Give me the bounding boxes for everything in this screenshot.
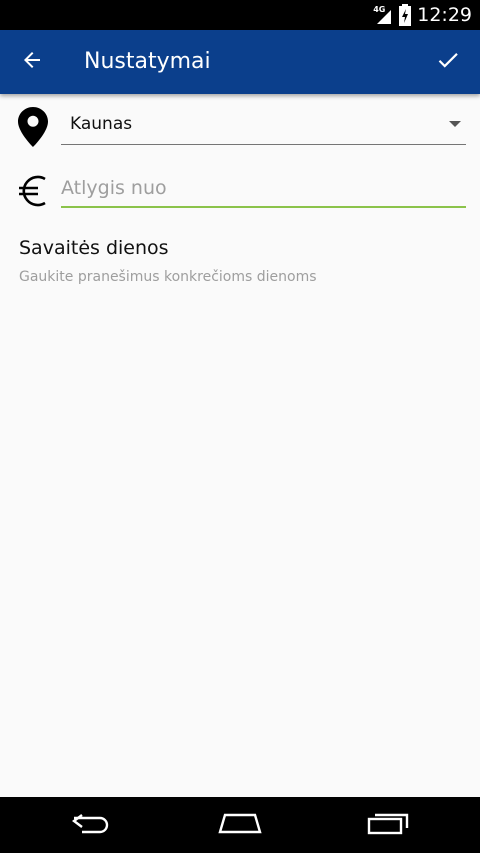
status-time: 12:29 bbox=[417, 4, 472, 26]
euro-icon bbox=[14, 170, 52, 212]
nav-home-button[interactable] bbox=[208, 805, 272, 845]
nav-recents-button[interactable] bbox=[356, 805, 420, 845]
nav-back-icon bbox=[70, 811, 114, 839]
weekdays-setting-subtitle: Gaukite pranešimus konkrečioms dienoms bbox=[19, 269, 317, 285]
nav-back-button[interactable] bbox=[60, 805, 124, 845]
nav-recents-icon bbox=[366, 810, 410, 840]
toolbar: Nustatymai bbox=[0, 30, 480, 94]
settings-content: Kaunas Savaitės dienos Gaukite pranešimu… bbox=[0, 94, 480, 797]
save-button[interactable] bbox=[424, 38, 472, 86]
status-bar: 4G 12:29 bbox=[0, 0, 480, 30]
location-pin-icon bbox=[14, 106, 52, 148]
city-dropdown[interactable]: Kaunas bbox=[61, 108, 466, 145]
status-icons: 4G 12:29 bbox=[373, 0, 472, 30]
salary-from-input[interactable] bbox=[61, 172, 461, 204]
network-type-label: 4G bbox=[373, 5, 386, 14]
salary-field-wrapper bbox=[61, 172, 466, 208]
city-dropdown-value: Kaunas bbox=[70, 114, 133, 134]
dropdown-arrow-icon bbox=[449, 121, 461, 127]
arrow-back-icon bbox=[20, 48, 44, 76]
weekdays-setting-title[interactable]: Savaitės dienos bbox=[19, 237, 169, 259]
nav-home-icon bbox=[217, 811, 263, 839]
checkmark-icon bbox=[435, 47, 461, 77]
page-title: Nustatymai bbox=[84, 49, 211, 74]
system-navigation-bar bbox=[0, 797, 480, 853]
battery-charging-icon bbox=[399, 4, 412, 26]
back-button[interactable] bbox=[8, 38, 56, 86]
signal-icon: 4G bbox=[373, 4, 393, 26]
